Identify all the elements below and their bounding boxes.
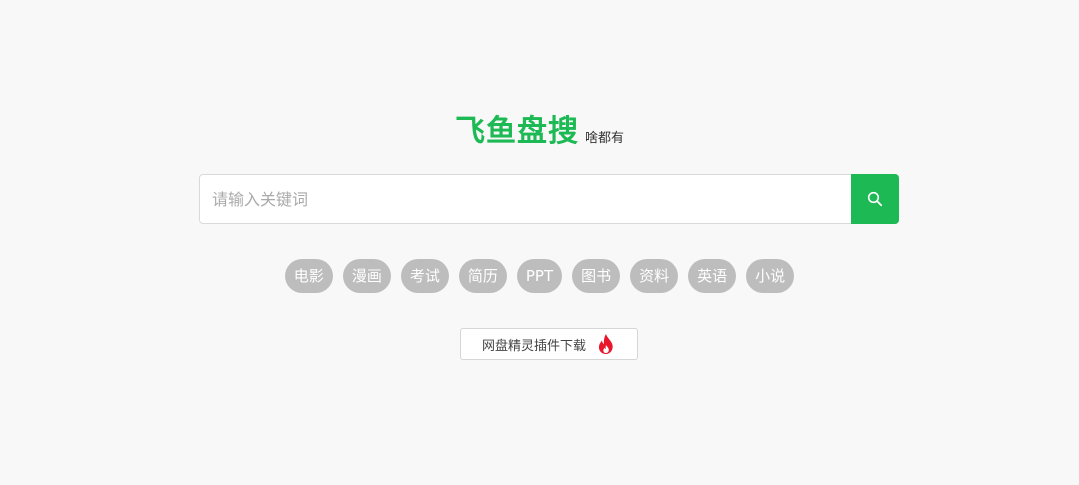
logo-title: 飞鱼盘搜 bbox=[454, 114, 579, 149]
search-bar bbox=[199, 174, 899, 224]
tag-comic[interactable]: 漫画 bbox=[342, 259, 391, 293]
tag-novel[interactable]: 小说 bbox=[746, 259, 795, 293]
tag-english[interactable]: 英语 bbox=[688, 259, 737, 293]
plugin-download-label: 网盘精灵插件下载 bbox=[481, 338, 586, 354]
tag-movie[interactable]: 电影 bbox=[284, 259, 333, 293]
search-input[interactable] bbox=[199, 174, 851, 224]
tag-exam[interactable]: 考试 bbox=[400, 259, 449, 293]
tag-resume[interactable]: 简历 bbox=[458, 259, 507, 293]
search-button[interactable] bbox=[851, 174, 899, 224]
search-icon bbox=[867, 191, 883, 207]
plugin-download-button[interactable]: 网盘精灵插件下载 bbox=[460, 328, 638, 360]
tag-books[interactable]: 图书 bbox=[572, 259, 621, 293]
tag-ppt[interactable]: PPT bbox=[516, 259, 563, 293]
category-tags: 电影 漫画 考试 简历 PPT 图书 资料 英语 小说 bbox=[0, 259, 1079, 293]
logo: 飞鱼盘搜 啥都有 bbox=[0, 112, 1079, 152]
tag-materials[interactable]: 资料 bbox=[630, 259, 679, 293]
fire-icon bbox=[596, 333, 616, 355]
logo-tagline: 啥都有 bbox=[584, 131, 624, 146]
